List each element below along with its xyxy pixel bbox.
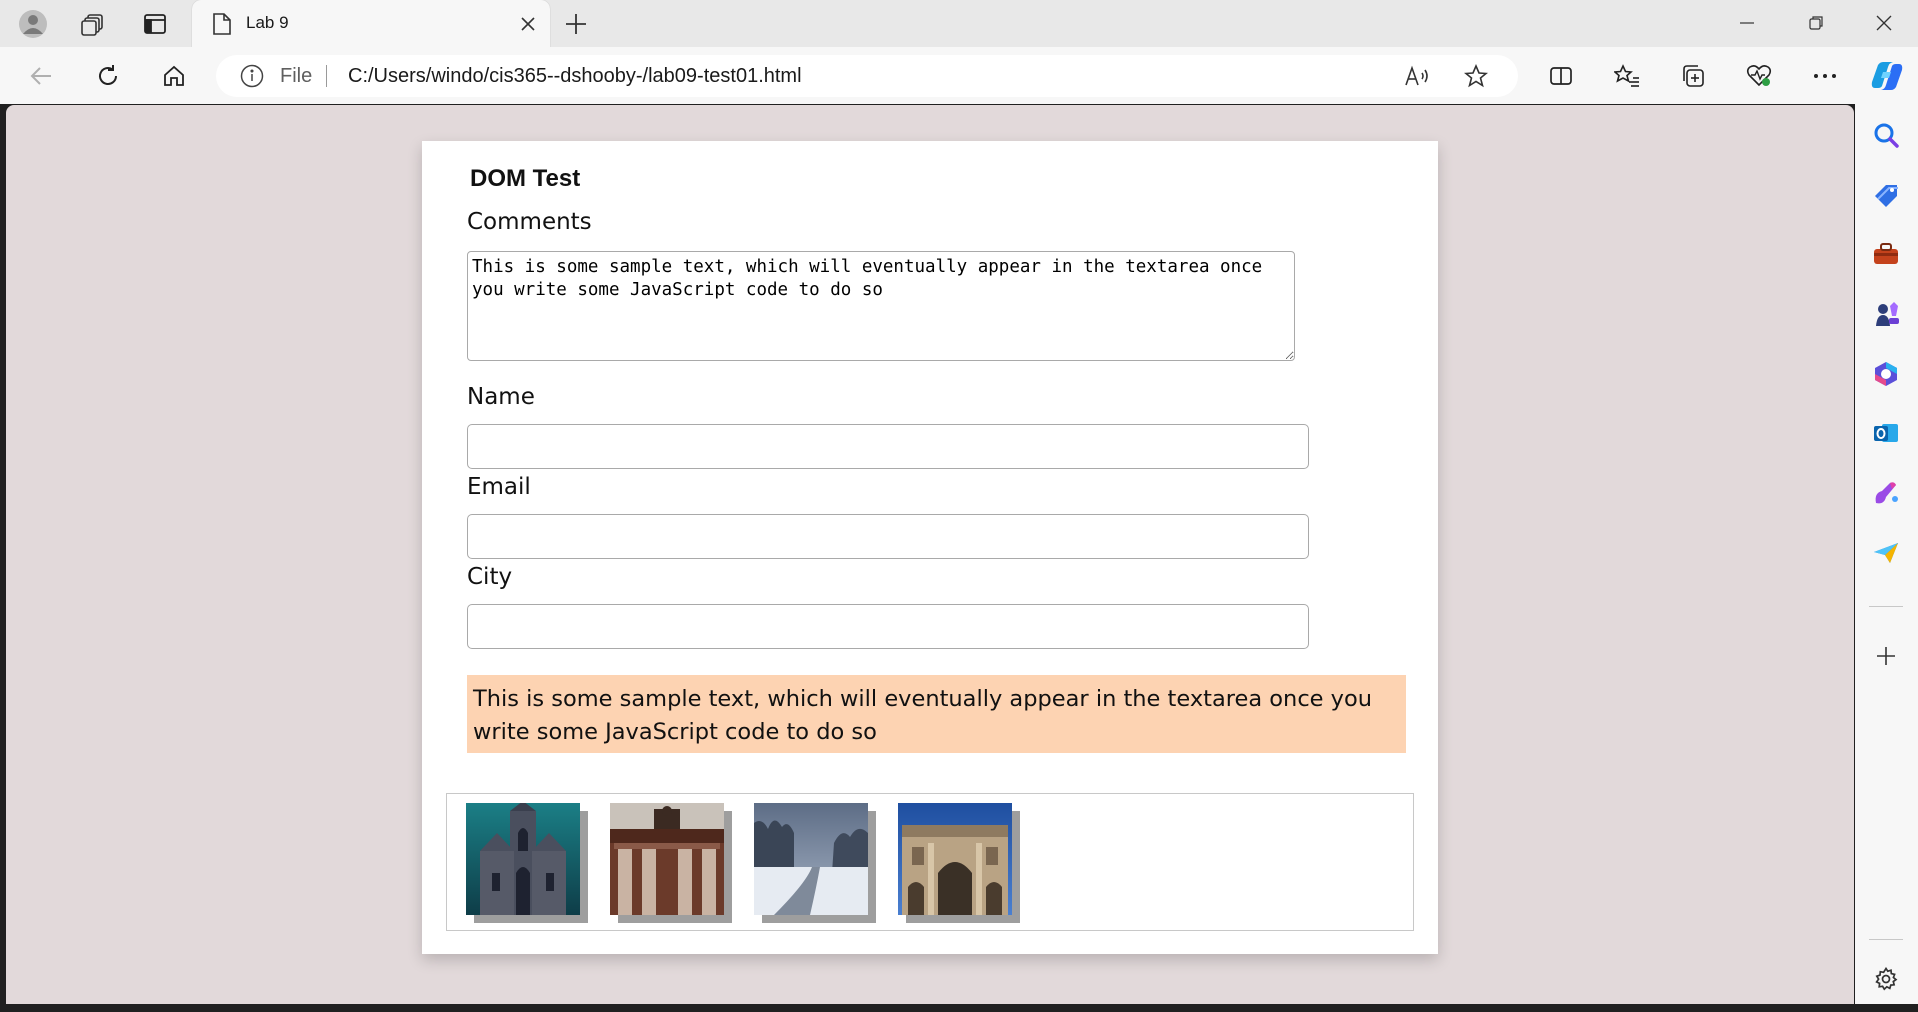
send-icon[interactable] [1869, 536, 1903, 570]
page-title: DOM Test [470, 165, 581, 192]
outlook-icon[interactable] [1869, 416, 1903, 450]
thumbnail-snowy-road[interactable] [754, 803, 868, 915]
tab-title: Lab 9 [246, 13, 289, 32]
back-icon[interactable] [20, 55, 62, 97]
split-screen-icon[interactable] [1540, 55, 1582, 97]
email-label: Email [467, 474, 531, 500]
thumbnail-church[interactable] [466, 803, 580, 915]
plus-icon[interactable] [556, 4, 596, 44]
comments-textarea[interactable]: This is some sample text, which will eve… [467, 251, 1295, 361]
name-input[interactable] [467, 424, 1309, 469]
more-icon[interactable] [1804, 55, 1846, 97]
thumbnail-triumphal-arch[interactable] [898, 803, 1012, 915]
thumbnail-gallery [446, 793, 1414, 931]
add-icon[interactable] [1869, 639, 1903, 673]
close-icon[interactable] [516, 12, 540, 36]
tab-lab9[interactable]: Lab 9 [192, 0, 550, 48]
info-icon[interactable] [240, 64, 264, 88]
tools-icon[interactable] [1869, 237, 1903, 271]
edge-sidebar [1855, 104, 1918, 1009]
window-close-icon[interactable] [1850, 0, 1918, 46]
window-bottom-edge [0, 1004, 1918, 1012]
city-input[interactable] [467, 604, 1309, 649]
url-text[interactable]: C:/Users/windo/cis365--dshooby-/lab09-te… [348, 65, 802, 88]
profile-icon[interactable] [13, 4, 53, 44]
minimize-icon[interactable] [1713, 0, 1781, 46]
collections-icon[interactable] [1672, 55, 1714, 97]
read-aloud-icon[interactable] [1401, 60, 1433, 92]
page-viewport: DOM Test Comments This is some sample te… [6, 105, 1854, 1004]
designer-icon[interactable] [1869, 476, 1903, 510]
settings-icon[interactable] [1869, 962, 1903, 996]
comments-label: Comments [467, 209, 592, 235]
address-bar[interactable]: File C:/Users/windo/cis365--dshooby-/lab… [216, 55, 1518, 97]
scheme-label: File [280, 65, 313, 87]
address-separator [326, 65, 327, 87]
restore-icon[interactable] [1782, 0, 1850, 46]
microsoft365-icon[interactable] [1869, 357, 1903, 391]
thumbnail-city-gate[interactable] [610, 803, 724, 915]
browser-essentials-icon[interactable] [1738, 55, 1780, 97]
browser-toolbar: File C:/Users/windo/cis365--dshooby-/lab… [0, 47, 1918, 104]
page-container: DOM Test Comments This is some sample te… [422, 141, 1438, 954]
name-label: Name [467, 384, 535, 410]
page-icon [212, 12, 232, 36]
home-icon[interactable] [153, 55, 195, 97]
favorite-star-icon[interactable] [1460, 60, 1492, 92]
workspaces-icon[interactable] [73, 4, 113, 44]
sidebar-divider [1869, 606, 1903, 607]
search-icon[interactable] [1869, 118, 1903, 152]
refresh-icon[interactable] [87, 55, 129, 97]
email-input[interactable] [467, 514, 1309, 559]
favorites-icon[interactable] [1606, 55, 1648, 97]
tab-strip: Lab 9 [0, 0, 1918, 48]
city-label: City [467, 564, 513, 590]
output-text: This is some sample text, which will eve… [467, 675, 1406, 753]
copilot-icon[interactable] [1866, 55, 1908, 97]
games-icon[interactable] [1869, 297, 1903, 331]
shopping-tag-icon[interactable] [1869, 178, 1903, 212]
vertical-tabs-icon[interactable] [135, 4, 175, 44]
sidebar-divider [1869, 939, 1903, 940]
